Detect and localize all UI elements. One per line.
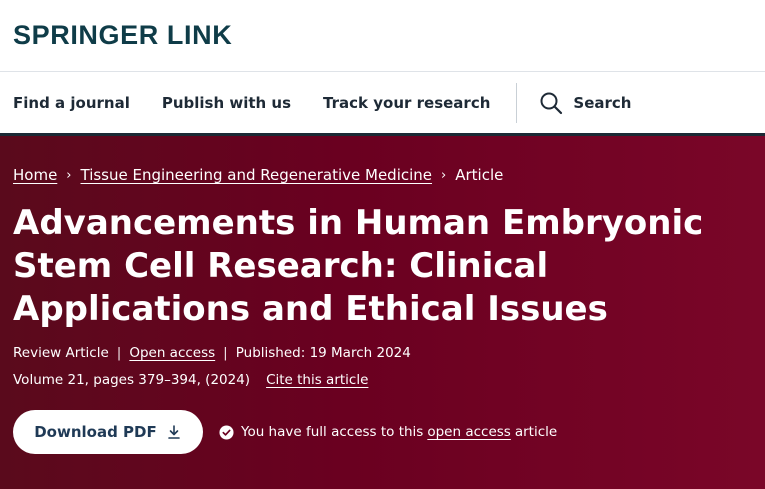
nav-publish[interactable]: Publish with us [162,94,291,112]
open-access-link[interactable]: Open access [129,345,215,361]
search-label: Search [573,93,632,112]
springer-link-logo[interactable]: SPRINGER LINK [13,20,232,51]
chevron-right-icon: › [66,167,72,183]
check-circle-icon [219,424,234,440]
breadcrumb: Home › Tissue Engineering and Regenerati… [13,166,752,184]
search-icon [540,92,563,114]
article-type: Review Article [13,345,109,361]
access-suffix: article [514,424,558,440]
cite-article-link[interactable]: Cite this article [266,372,368,388]
meta-divider: | [116,345,122,361]
breadcrumb-current: Article [455,166,504,184]
nav-find-journal[interactable]: Find a journal [13,94,130,112]
chevron-right-icon: › [441,167,447,183]
article-citation-info: Volume 21, pages 379–394, (2024) Cite th… [13,372,752,388]
breadcrumb-journal[interactable]: Tissue Engineering and Regenerative Medi… [81,166,433,184]
article-title: Advancements in Human Embryonic Stem Cel… [13,203,704,329]
download-icon [167,425,180,439]
search-button[interactable]: Search [539,91,631,115]
download-pdf-label: Download PDF [34,423,157,441]
download-pdf-button[interactable]: Download PDF [13,410,203,454]
article-meta: Review Article | Open access | Published… [13,345,752,361]
meta-divider: | [223,345,228,361]
access-text: You have full access to this [241,424,424,440]
main-nav: Find a journal Publish with us Track you… [0,72,765,136]
access-status: You have full access to this open access… [219,424,557,440]
breadcrumb-home[interactable]: Home [13,166,57,184]
volume-info: Volume 21, pages 379–394, (2024) [13,372,251,388]
article-actions: Download PDF You have full access to thi… [13,410,752,454]
open-access-inline-link[interactable]: open access [427,424,510,440]
nav-divider [516,82,518,123]
published-date: Published: 19 March 2024 [235,345,411,361]
nav-track-research[interactable]: Track your research [323,94,490,112]
site-header: SPRINGER LINK [0,0,765,72]
article-hero: Home › Tissue Engineering and Regenerati… [0,136,765,489]
